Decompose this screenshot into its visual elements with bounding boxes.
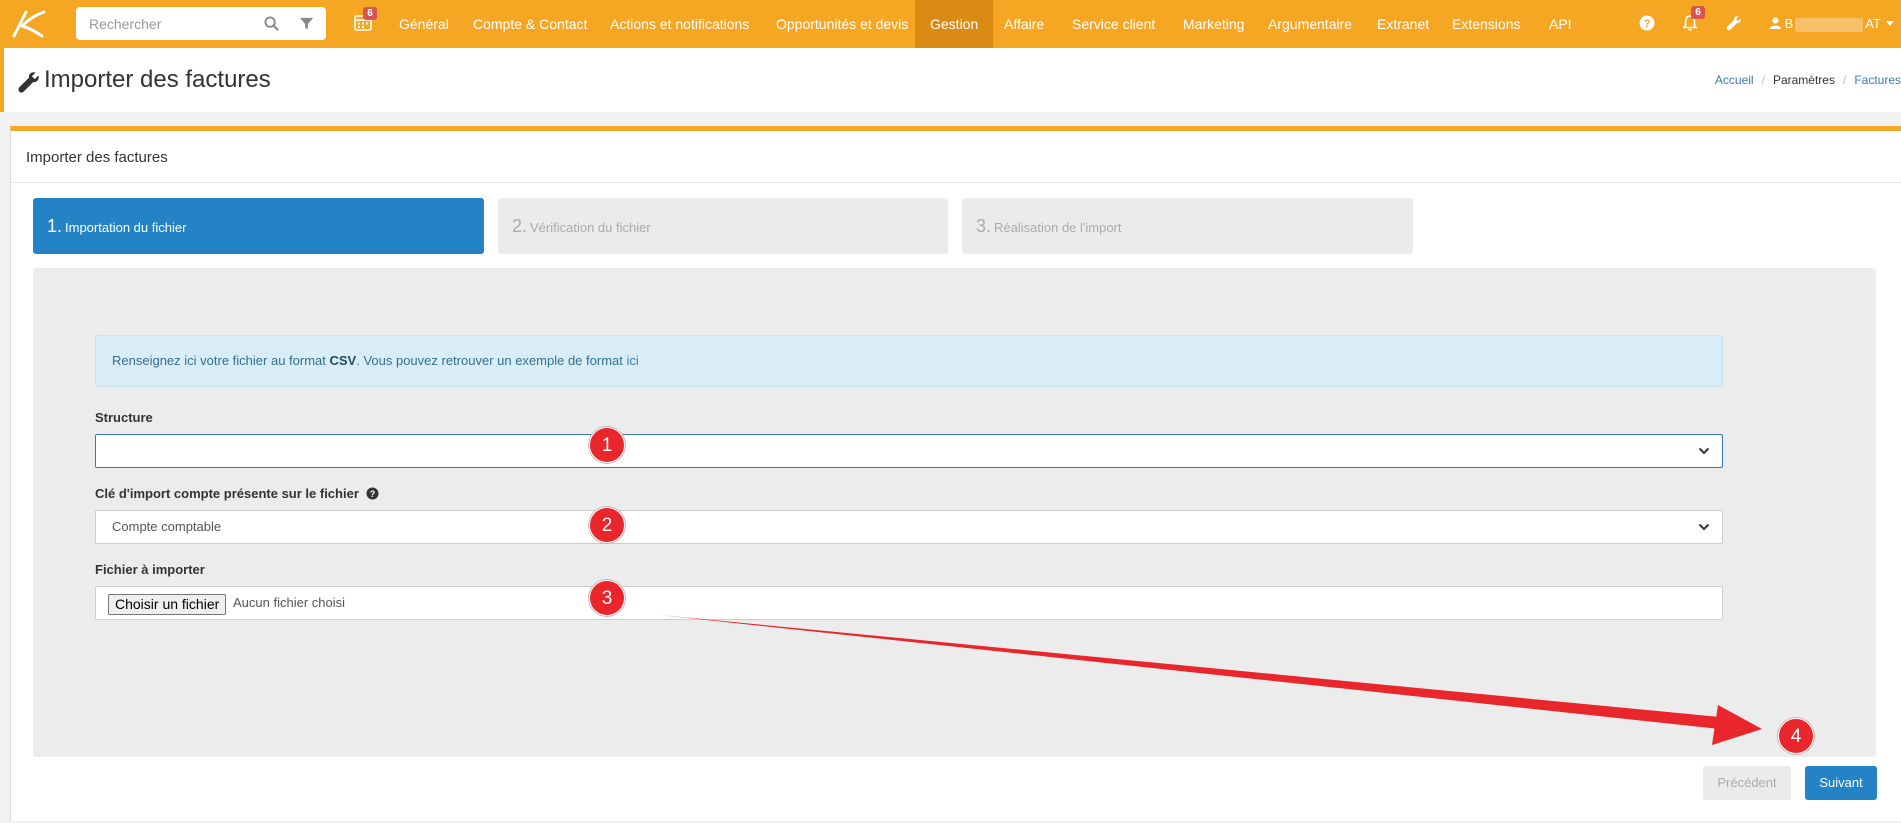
notifications-badge: 6 — [1691, 6, 1705, 19]
search-input[interactable] — [76, 7, 251, 40]
example-link[interactable]: ici — [626, 353, 638, 368]
import-key-label: Clé d'import compte présente sur le fich… — [95, 486, 379, 501]
header-accent — [0, 48, 4, 112]
step-label: Réalisation de l'import — [994, 220, 1122, 235]
chevron-down-icon — [1698, 447, 1710, 455]
step-number: 1. — [47, 216, 63, 236]
next-button[interactable]: Suivant — [1805, 766, 1877, 800]
panel-title: Importer des factures — [26, 149, 168, 166]
panel-divider — [11, 182, 1901, 183]
menu-item-11[interactable]: API — [1534, 0, 1587, 48]
menu-item-3[interactable]: Opportunités et devis — [761, 0, 923, 48]
choose-file-button[interactable]: Choisir un fichier — [108, 594, 227, 615]
step-run-import[interactable]: 3. Réalisation de l'import — [962, 198, 1413, 254]
menu-item-2[interactable]: Actions et notifications — [595, 0, 764, 48]
annotation-marker-2: 2 — [589, 507, 625, 543]
page-header: Importer des factures — [0, 48, 1901, 112]
top-navbar: 6 GénéralCompte & ContactActions et noti… — [0, 0, 1901, 48]
menu-item-9[interactable]: Extranet — [1362, 0, 1444, 48]
step-verify-file[interactable]: 2. Vérification du fichier — [498, 198, 948, 254]
import-key-label-text: Clé d'import compte présente sur le fich… — [95, 486, 359, 501]
chevron-down-icon — [1698, 523, 1710, 531]
menu-item-10[interactable]: Extensions — [1437, 0, 1535, 48]
menu-item-8[interactable]: Argumentaire — [1253, 0, 1367, 48]
info-format: CSV — [329, 353, 357, 368]
info-text: . Vous pouvez retrouver un exemple de fo… — [356, 353, 627, 368]
menu-item-7[interactable]: Marketing — [1168, 0, 1259, 48]
annotation-marker-1: 1 — [589, 427, 625, 463]
user-name-redacted — [1795, 17, 1864, 32]
structure-label: Structure — [95, 410, 153, 425]
wrench-icon[interactable] — [1725, 14, 1743, 32]
breadcrumb-separator: / — [1842, 73, 1847, 87]
filter-icon[interactable] — [299, 16, 314, 31]
search-box — [76, 7, 326, 40]
breadcrumb: Accueil / Paramètres / Factures — [1715, 73, 1901, 87]
question-icon[interactable]: ? — [366, 487, 379, 500]
annotation-marker-4: 4 — [1778, 718, 1814, 754]
structure-select[interactable] — [95, 434, 1723, 468]
menu-item-1[interactable]: Compte & Contact — [458, 0, 602, 48]
wrench-icon — [18, 72, 39, 93]
step-number: 2. — [512, 216, 528, 236]
user-menu[interactable]: B AT — [1770, 0, 1895, 48]
step-label: Importation du fichier — [65, 220, 187, 235]
previous-button[interactable]: Précédent — [1703, 766, 1791, 800]
user-icon — [1770, 17, 1781, 29]
menu-item-4[interactable]: Gestion — [915, 0, 994, 48]
svg-text:?: ? — [1644, 18, 1651, 30]
step-import-file[interactable]: 1. Importation du fichier — [33, 198, 484, 254]
chevron-down-icon — [1886, 21, 1895, 26]
svg-text:?: ? — [369, 489, 375, 499]
page-title: Importer des factures — [44, 66, 271, 93]
breadcrumb-settings[interactable]: Paramètres — [1773, 73, 1835, 87]
search-icon[interactable] — [264, 16, 279, 31]
breadcrumb-home[interactable]: Accueil — [1715, 73, 1754, 87]
user-suffix: AT — [1865, 16, 1881, 31]
import-key-select[interactable]: Compte comptable — [95, 510, 1723, 544]
step-number: 3. — [976, 216, 992, 236]
step-label: Vérification du fichier — [530, 220, 651, 235]
file-input: Choisir un fichier Aucun fichier choisi — [95, 586, 1723, 620]
menu-item-6[interactable]: Service client — [1057, 0, 1170, 48]
menu-item-0[interactable]: Général — [384, 0, 464, 48]
help-icon[interactable]: ? — [1638, 14, 1656, 32]
annotation-marker-3: 3 — [589, 580, 625, 616]
calendar-badge: 6 — [363, 7, 377, 20]
breadcrumb-separator: / — [1761, 73, 1765, 87]
user-initial: B — [1784, 16, 1794, 31]
file-label: Fichier à importer — [95, 562, 205, 577]
menu-item-5[interactable]: Affaire — [989, 0, 1059, 48]
file-status: Aucun fichier choisi — [233, 595, 345, 610]
info-alert: Renseignez ici votre fichier au format C… — [95, 335, 1723, 387]
import-key-value: Compte comptable — [112, 519, 222, 534]
breadcrumb-invoices[interactable]: Factures — [1854, 73, 1901, 87]
info-text: Renseignez ici votre fichier au format — [112, 353, 330, 368]
app-logo[interactable] — [8, 6, 48, 42]
